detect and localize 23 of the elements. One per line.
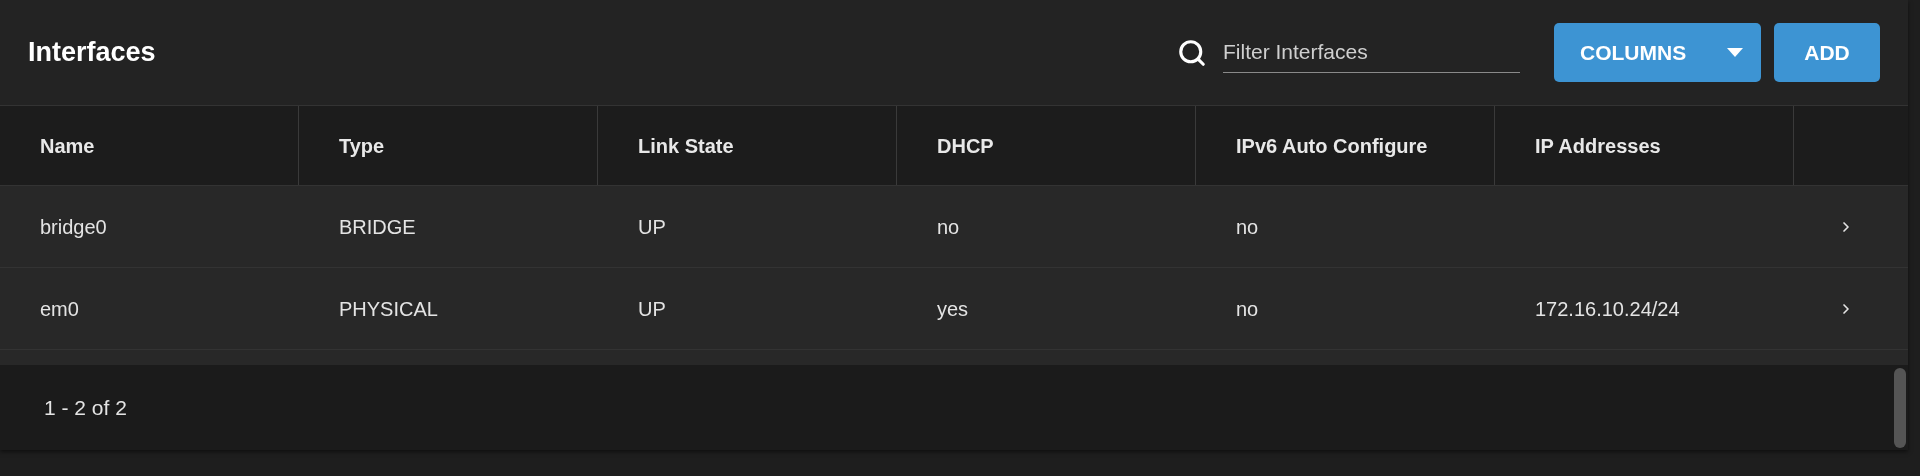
page-range: 1 - 2 of 2 — [44, 394, 127, 421]
page-title: Interfaces — [28, 36, 156, 70]
column-header[interactable]: Link State — [598, 106, 897, 185]
caret-icon — [1727, 48, 1743, 57]
table-cell-text: no — [937, 214, 960, 240]
column-header[interactable]: DHCP — [897, 106, 1196, 185]
table-cell-text: BRIDGE — [339, 214, 416, 240]
search-icon — [1177, 37, 1207, 68]
table-cell-text: yes — [937, 296, 969, 322]
table-cell-text: no — [1236, 296, 1259, 322]
column-header[interactable]: IP Addresses — [1495, 106, 1794, 185]
scrollbar-thumb[interactable] — [1894, 368, 1906, 448]
table-cell-text: UP — [638, 214, 666, 240]
search-field[interactable]: Filter Interfaces — [1223, 32, 1520, 73]
table-cell-text: no — [1236, 214, 1259, 240]
table-cell-text: PHYSICAL — [339, 296, 438, 322]
table-cell-text: bridge0 — [40, 214, 107, 240]
column-header[interactable]: IPv6 Auto Configure — [1196, 106, 1495, 185]
column-header[interactable]: Name — [0, 106, 299, 185]
table-cell-text: em0 — [40, 296, 79, 322]
column-header[interactable]: Type — [299, 106, 598, 185]
table-cell-text: 172.16.10.24/24 — [1535, 296, 1680, 322]
table-cell-text: UP — [638, 296, 666, 322]
